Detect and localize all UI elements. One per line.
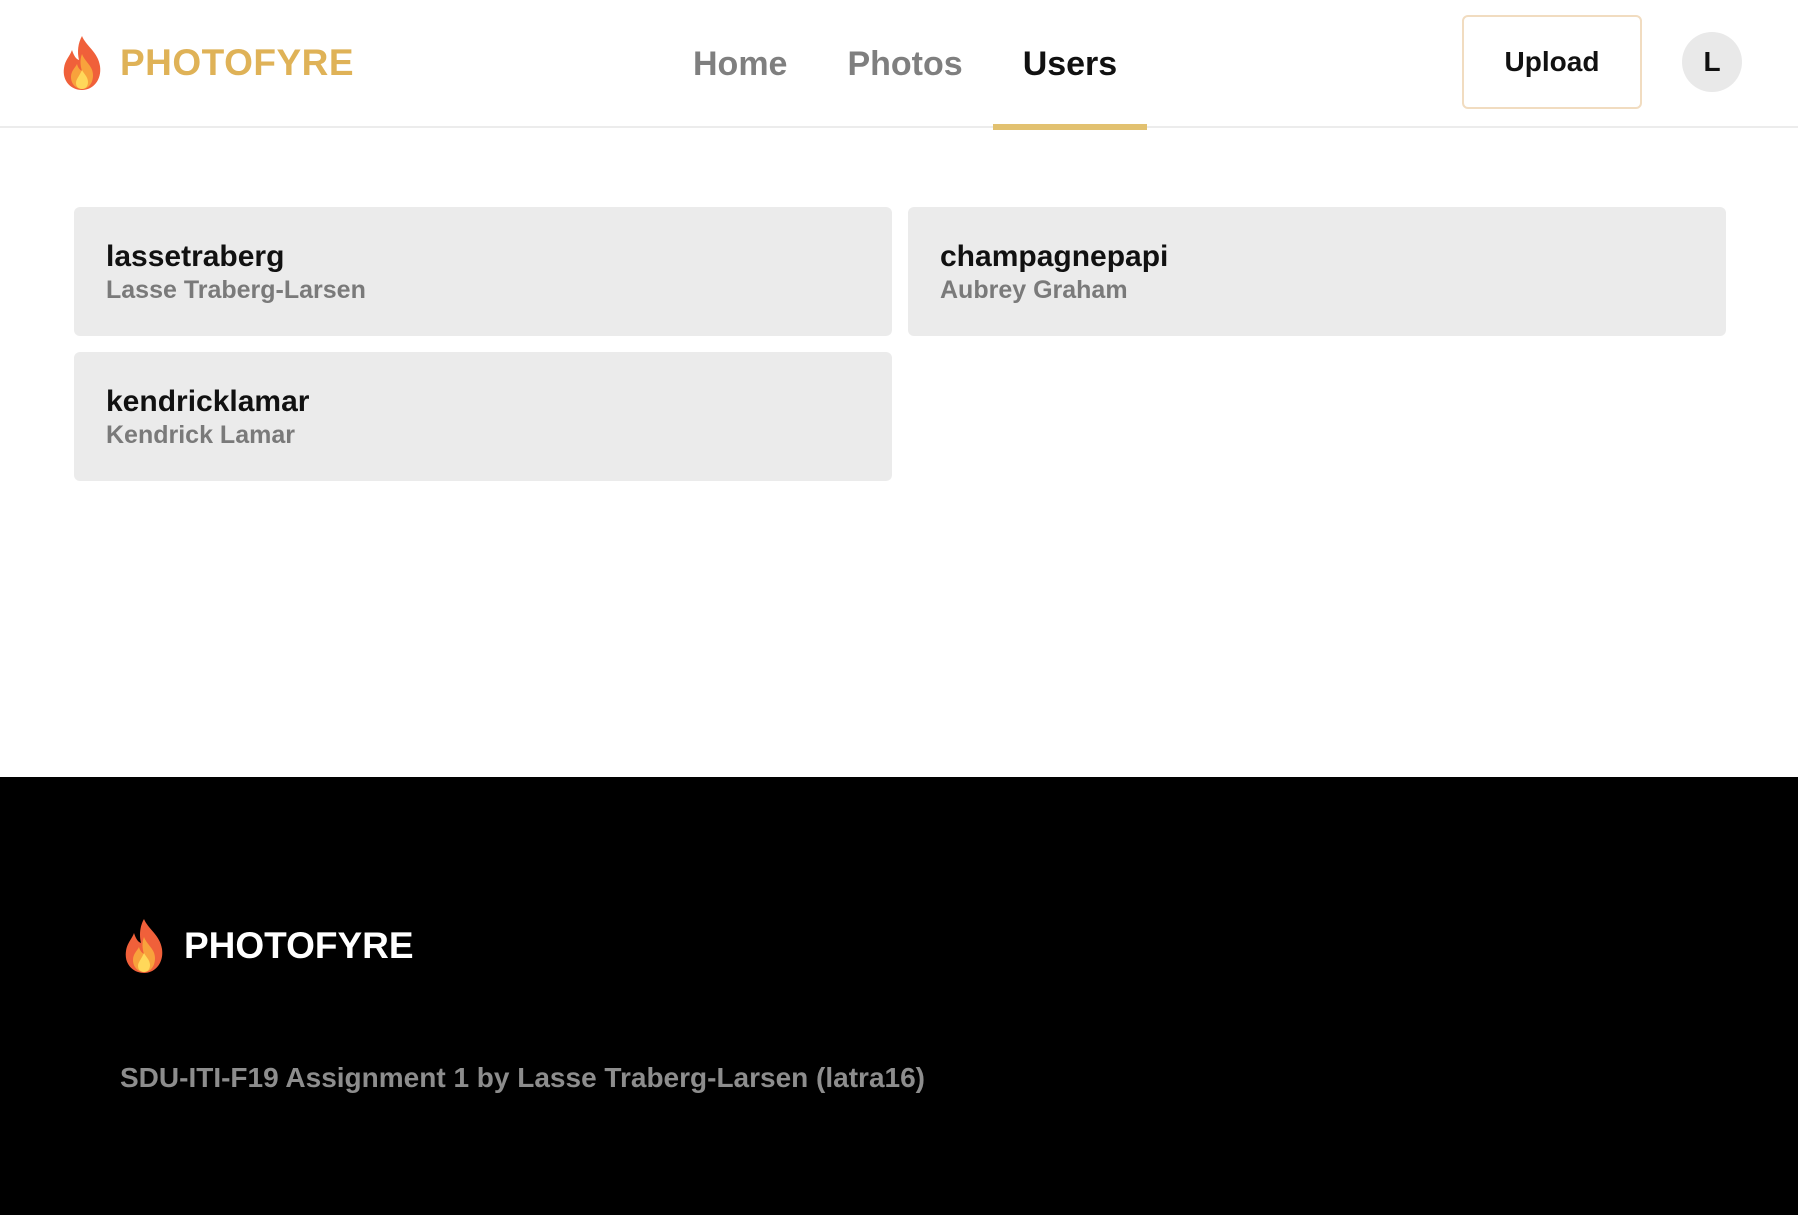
flame-icon <box>63 36 101 90</box>
user-fullname: Lasse Traberg-Larsen <box>106 276 366 304</box>
nav-photos[interactable]: Photos <box>817 0 992 128</box>
footer-brand: PHOTOFYRE <box>120 917 414 975</box>
users-grid: lassetraberg Lasse Traberg-Larsen champa… <box>74 207 1726 481</box>
user-card[interactable]: lassetraberg Lasse Traberg-Larsen <box>74 207 892 336</box>
nav-home[interactable]: Home <box>663 0 817 128</box>
user-card[interactable]: champagnepapi Aubrey Graham <box>908 207 1726 336</box>
user-username: kendricklamar <box>106 385 310 418</box>
flame-icon <box>125 919 163 973</box>
user-avatar[interactable]: L <box>1682 32 1742 92</box>
main-nav: Home Photos Users <box>663 0 1148 130</box>
user-username: lassetraberg <box>106 240 285 273</box>
brand-logo-link[interactable]: PHOTOFYRE <box>58 30 354 96</box>
user-fullname: Aubrey Graham <box>940 276 1128 304</box>
user-username: champagnepapi <box>940 240 1169 273</box>
upload-button[interactable]: Upload <box>1462 15 1642 109</box>
user-fullname: Kendrick Lamar <box>106 421 295 449</box>
user-card[interactable]: kendricklamar Kendrick Lamar <box>74 352 892 481</box>
brand-name: PHOTOFYRE <box>120 42 355 83</box>
top-navbar: PHOTOFYRE Home Photos Users Upload L <box>0 0 1798 130</box>
nav-users[interactable]: Users <box>992 0 1148 130</box>
footer-brand-name: PHOTOFYRE <box>184 925 414 966</box>
page-footer: PHOTOFYRE SDU-ITI-F19 Assignment 1 by La… <box>0 777 1798 1215</box>
footer-credit: SDU-ITI-F19 Assignment 1 by Lasse Traber… <box>120 1062 925 1093</box>
